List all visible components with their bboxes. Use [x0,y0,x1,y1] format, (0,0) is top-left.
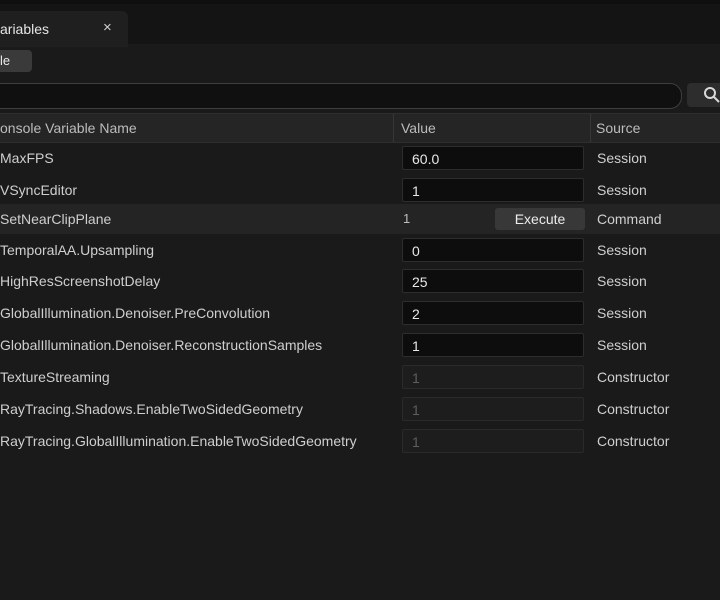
table-row[interactable]: VSyncEditor 1 Session [0,174,720,206]
value-input[interactable]: 1 [402,333,584,357]
variable-name: VSyncEditor [0,182,78,198]
column-header-name[interactable]: onsole Variable Name [0,120,137,136]
source-text: Session [597,242,647,258]
table-header: onsole Variable Name Value Source [0,113,720,143]
variable-name: GlobalIllumination.Denoiser.Reconstructi… [0,337,323,353]
table-row[interactable]: RayTracing.Shadows.EnableTwoSidedGeometr… [0,393,720,425]
value-input[interactable]: 0 [402,238,584,262]
value-input[interactable]: 60.0 [402,146,584,170]
command-argument[interactable]: 1 [403,211,410,226]
table-row[interactable]: SetNearClipPlane 1 Execute Command [0,204,720,234]
column-divider[interactable] [590,114,591,142]
column-divider[interactable] [393,114,394,142]
tab-label: ariables [0,21,50,37]
value-text: 1 [412,402,420,418]
table-row[interactable]: TextureStreaming 1 Constructor [0,361,720,393]
variable-name: RayTracing.Shadows.EnableTwoSidedGeometr… [0,401,303,417]
value-input-disabled: 1 [402,429,584,453]
value-text: 1 [412,338,420,354]
value-input[interactable]: 25 [402,269,584,293]
table-row[interactable]: HighResScreenshotDelay 25 Session [0,265,720,297]
value-text: 25 [412,274,428,290]
search-options-button[interactable] [687,83,720,107]
source-text: Session [597,273,647,289]
source-text: Session [597,337,647,353]
value-input[interactable]: 2 [402,301,584,325]
variable-name: MaxFPS [0,150,54,166]
source-text: Constructor [597,401,670,417]
column-header-value[interactable]: Value [401,120,436,136]
execute-button[interactable]: Execute [495,208,585,230]
value-text: 1 [412,370,420,386]
table-row[interactable]: GlobalIllumination.Denoiser.PreConvoluti… [0,297,720,329]
variable-name: HighResScreenshotDelay [0,273,161,289]
source-text: Session [597,182,647,198]
table-row[interactable]: MaxFPS 60.0 Session [0,142,720,174]
column-header-source[interactable]: Source [596,120,640,136]
table-row[interactable]: RayTracing.GlobalIllumination.EnableTwoS… [0,425,720,457]
toolbar-button[interactable]: le [0,50,32,72]
search-input[interactable] [0,83,682,109]
table-row[interactable]: GlobalIllumination.Denoiser.Reconstructi… [0,329,720,361]
source-text: Constructor [597,369,670,385]
value-input-disabled: 1 [402,365,584,389]
table-row[interactable]: TemporalAA.Upsampling 0 Session [0,234,720,266]
variable-name: GlobalIllumination.Denoiser.PreConvoluti… [0,305,271,321]
variable-name: TemporalAA.Upsampling [0,242,155,258]
value-input[interactable]: 1 [402,178,584,202]
source-text: Command [597,211,662,227]
variable-name: TextureStreaming [0,369,110,385]
close-icon[interactable]: × [103,19,112,36]
value-input-disabled: 1 [402,397,584,421]
value-text: 1 [412,434,420,450]
value-text: 2 [412,306,420,322]
source-text: Session [597,305,647,321]
value-text: 0 [412,243,420,259]
source-text: Constructor [597,433,670,449]
variable-name: RayTracing.GlobalIllumination.EnableTwoS… [0,433,357,449]
source-text: Session [597,150,647,166]
variable-name: SetNearClipPlane [0,211,112,227]
tab-console-variables[interactable]: ariables × [0,11,128,47]
search-settings-icon [704,87,720,103]
value-text: 60.0 [412,151,440,167]
value-text: 1 [412,183,420,199]
tab-bar: ariables × [0,4,720,47]
